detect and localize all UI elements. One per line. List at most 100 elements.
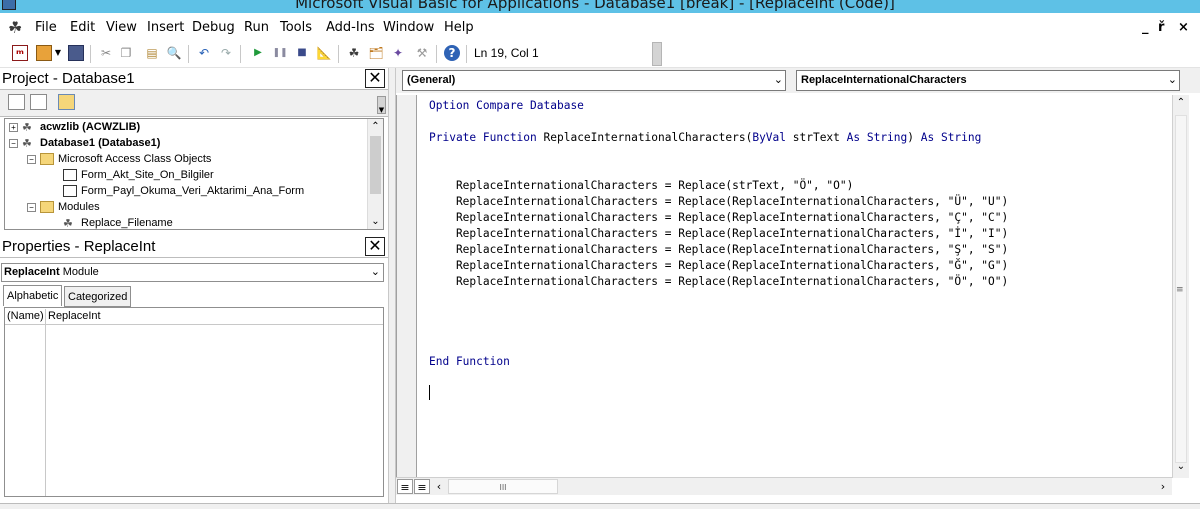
column-divider xyxy=(45,325,46,496)
standard-module-icon: ☘ xyxy=(63,218,73,230)
code-margin[interactable] xyxy=(397,95,417,477)
copy-icon[interactable]: ❐ xyxy=(118,45,134,61)
code-line[interactable]: ReplaceInternationalCharacters = Replace… xyxy=(429,242,1008,258)
toggle-folders-icon[interactable] xyxy=(58,94,75,110)
menu-add-ins[interactable]: Add-Ins xyxy=(326,20,375,35)
tree-item-class-objects[interactable]: − Microsoft Access Class Objects xyxy=(27,152,211,167)
scroll-down-icon[interactable]: ⌄ xyxy=(368,214,383,229)
menu-file[interactable]: File xyxy=(35,20,57,35)
pane-splitter[interactable] xyxy=(388,68,396,509)
vba-app-icon[interactable]: ☘ xyxy=(8,18,22,37)
tab-categorized[interactable]: Categorized xyxy=(64,286,132,307)
object-browser-icon[interactable]: ✦ xyxy=(390,45,406,61)
code-line[interactable]: ReplaceInternationalCharacters = Replace… xyxy=(429,210,1008,226)
menu-window[interactable]: Window xyxy=(383,20,434,35)
menu-debug[interactable]: Debug xyxy=(192,20,235,35)
tree-item-replace-filename[interactable]: ☘ Replace_Filename xyxy=(63,216,173,230)
project-pane-title: Project - Database1 xyxy=(2,70,135,87)
restore-button[interactable]: ř xyxy=(1158,20,1164,35)
access-icon[interactable]: ᵐ xyxy=(12,45,28,61)
scroll-down-icon[interactable]: ⌄ xyxy=(1173,461,1189,476)
project-close-button[interactable]: ✕ xyxy=(365,69,385,88)
toolbar-separator xyxy=(188,45,189,63)
reset-icon[interactable]: ■ xyxy=(294,45,310,61)
toolbox-icon[interactable]: ⚒ xyxy=(414,45,430,61)
form-module-icon xyxy=(63,185,77,198)
menu-view[interactable]: View xyxy=(106,20,137,35)
chevron-down-icon[interactable]: ⌄ xyxy=(774,71,783,90)
menu-edit[interactable]: Edit xyxy=(70,20,95,35)
code-line[interactable]: ReplaceInternationalCharacters = Replace… xyxy=(429,274,1008,290)
code-line[interactable]: End Function xyxy=(429,354,510,370)
toolbar-separator xyxy=(90,45,91,63)
tree-item-form-akt-site[interactable]: Form_Akt_Site_On_Bilgiler xyxy=(63,168,214,183)
save-icon[interactable] xyxy=(68,45,84,61)
toolbar-separator xyxy=(240,45,241,63)
close-button[interactable]: × xyxy=(1178,20,1189,35)
properties-icon[interactable]: 🗂 xyxy=(368,45,384,61)
project-pane-header: Project - Database1 ✕ xyxy=(0,68,388,90)
undo-icon[interactable]: ↶ xyxy=(196,45,212,61)
help-icon[interactable]: ? xyxy=(444,45,460,61)
properties-close-button[interactable]: ✕ xyxy=(365,237,385,256)
object-combo[interactable]: (General) ⌄ xyxy=(402,70,786,91)
properties-pane-title: Properties - ReplaceInt xyxy=(2,238,156,255)
code-horizontal-scrollbar[interactable]: ≡ ≡ ‹ III › xyxy=(396,477,1172,495)
title-bar: Microsoft Visual Basic for Applications … xyxy=(0,0,1200,13)
code-line[interactable]: ReplaceInternationalCharacters = Replace… xyxy=(429,258,1008,274)
tree-item-acwzlib[interactable]: + ☘ acwzlib (ACWZLIB) xyxy=(9,120,140,135)
procedure-view-icon[interactable]: ≡ xyxy=(397,479,413,494)
code-line[interactable]: Option Compare Database xyxy=(429,98,584,114)
view-code-icon[interactable] xyxy=(8,94,25,110)
collapse-icon[interactable]: − xyxy=(27,202,36,212)
insert-module-icon[interactable] xyxy=(36,45,52,61)
scroll-thumb[interactable]: III xyxy=(448,479,558,494)
chevron-down-icon[interactable]: ▼ xyxy=(54,45,62,61)
code-editor[interactable]: Option Compare Database Private Function… xyxy=(396,95,1176,477)
cut-icon[interactable]: ✂ xyxy=(98,45,114,61)
code-line[interactable]: ReplaceInternationalCharacters = Replace… xyxy=(429,226,1008,242)
full-module-view-icon[interactable]: ≡ xyxy=(414,479,430,494)
menu-insert[interactable]: Insert xyxy=(147,20,184,35)
text-caret xyxy=(429,385,430,400)
find-icon[interactable]: 🔍 xyxy=(166,45,182,61)
property-value[interactable]: ReplaceInt xyxy=(48,310,101,322)
redo-icon[interactable]: ↷ xyxy=(218,45,234,61)
vba-project-icon: ☘ xyxy=(22,138,32,151)
menu-help[interactable]: Help xyxy=(444,20,474,35)
tab-alphabetic[interactable]: Alphabetic xyxy=(3,285,63,306)
collapse-icon[interactable]: − xyxy=(9,138,18,148)
code-line[interactable]: Private Function ReplaceInternationalCha… xyxy=(429,130,981,146)
code-vertical-scrollbar[interactable]: ⌃ ≡ ⌄ xyxy=(1172,95,1189,478)
scroll-right-icon[interactable]: › xyxy=(1156,479,1170,494)
scroll-left-icon[interactable]: ‹ xyxy=(432,479,446,494)
procedure-combo[interactable]: ReplaceInternationalCharacters ⌄ xyxy=(796,70,1180,91)
folder-icon xyxy=(40,153,54,166)
view-object-icon[interactable] xyxy=(30,94,47,110)
design-mode-icon[interactable]: 📐 xyxy=(316,45,332,61)
chevron-down-icon[interactable]: ⌄ xyxy=(1168,71,1177,90)
paste-icon[interactable]: ▤ xyxy=(144,45,160,61)
code-line[interactable]: ReplaceInternationalCharacters = Replace… xyxy=(429,194,1008,210)
minimize-button[interactable]: _ xyxy=(1142,20,1149,35)
property-row[interactable]: (Name) ReplaceInt xyxy=(5,309,383,325)
scroll-up-icon[interactable]: ⌃ xyxy=(368,119,383,134)
project-tree-scrollbar[interactable]: ⌃ ⌄ xyxy=(367,119,383,229)
code-line[interactable]: ReplaceInternationalCharacters = Replace… xyxy=(429,178,853,194)
tree-item-database1[interactable]: − ☘ Database1 (Database1) xyxy=(9,136,160,151)
expand-icon[interactable]: + xyxy=(9,122,18,132)
menu-tools[interactable]: Tools xyxy=(280,20,312,35)
properties-object-combo[interactable]: ReplaceInt Module ⌄ xyxy=(1,263,384,282)
project-toolbar-overflow[interactable]: ▼ xyxy=(377,96,386,114)
break-icon[interactable]: ❚❚ xyxy=(272,45,288,61)
menu-run[interactable]: Run xyxy=(244,20,269,35)
tree-item-form-payl-okuma[interactable]: Form_Payl_Okuma_Veri_Aktarimi_Ana_Form xyxy=(63,184,304,199)
collapse-icon[interactable]: − xyxy=(27,154,36,164)
run-icon[interactable]: ▶ xyxy=(250,45,266,61)
project-explorer-icon[interactable]: ☘ xyxy=(346,45,362,61)
tree-item-modules[interactable]: − Modules xyxy=(27,200,100,215)
scroll-up-icon[interactable]: ⌃ xyxy=(1173,97,1189,112)
chevron-down-icon[interactable]: ⌄ xyxy=(371,265,380,278)
toolbar-overflow-handle[interactable] xyxy=(652,42,662,66)
scroll-thumb[interactable] xyxy=(370,136,381,194)
